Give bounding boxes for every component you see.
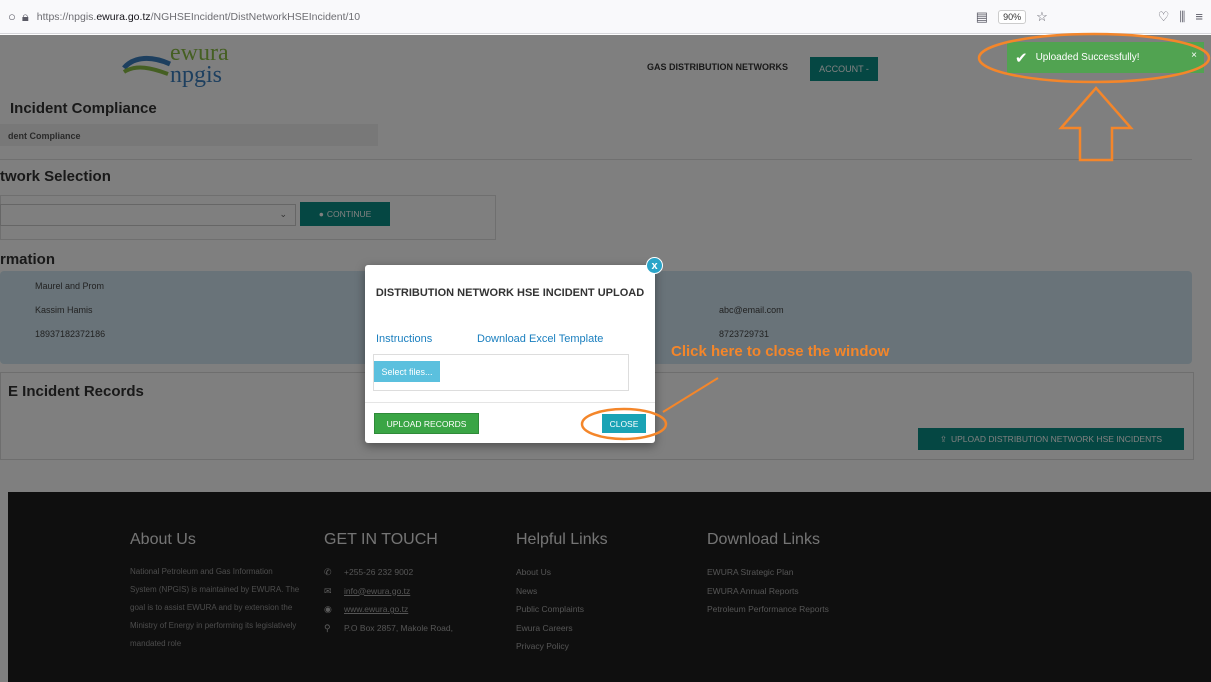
success-toast: ✔ Uploaded Successfully! × [1007,42,1204,73]
lock-icon[interactable]: 🔒︎ [22,9,29,25]
toast-close-icon[interactable]: × [1191,50,1197,61]
annotation-callout-text: Click here to close the window [671,343,890,360]
modal-close-icon[interactable]: x [646,257,663,274]
url-bar[interactable]: https://npgis.ewura.go.tz/NGHSEIncident/… [37,11,360,23]
select-files-button[interactable]: Select files... [374,361,440,382]
upload-modal: DISTRIBUTION NETWORK HSE INCIDENT UPLOAD… [365,265,655,443]
checkmark-icon: ✔ [1015,49,1028,67]
file-drop-area[interactable]: Select files... [373,354,629,391]
library-icon[interactable]: ⫼ [1179,9,1185,25]
close-button[interactable]: CLOSE [602,414,646,433]
reader-view-icon[interactable]: ▤ [976,9,988,25]
modal-divider [365,402,655,403]
upload-records-button[interactable]: UPLOAD RECORDS [374,413,479,434]
bookmark-star-icon[interactable]: ☆ [1036,9,1048,25]
pocket-icon[interactable]: ♡ [1158,9,1170,25]
shield-icon[interactable]: ○ [8,9,16,24]
zoom-level[interactable]: 90% [998,9,1027,24]
modal-title: DISTRIBUTION NETWORK HSE INCIDENT UPLOAD [375,287,645,299]
download-template-link[interactable]: Download Excel Template [477,333,603,345]
browser-toolbar: ○ 🔒︎ https://npgis.ewura.go.tz/NGHSEInci… [0,0,1211,34]
menu-icon[interactable]: ≡ [1195,9,1203,24]
toast-message: Uploaded Successfully! [1035,52,1140,63]
instructions-link[interactable]: Instructions [376,333,432,345]
